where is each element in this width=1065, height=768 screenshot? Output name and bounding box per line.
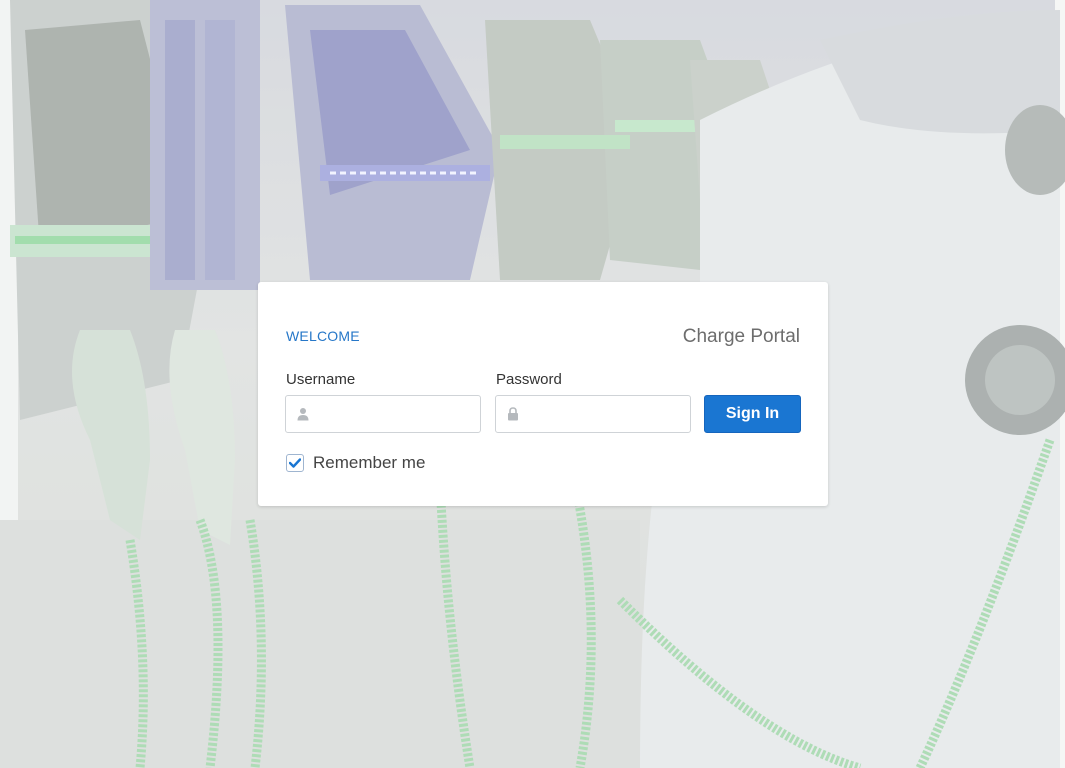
username-field[interactable] [285,395,481,434]
password-label: Password [496,371,562,388]
username-input[interactable] [316,396,478,434]
password-input[interactable] [526,396,688,434]
login-card: WELCOME Charge Portal Username Password … [258,282,828,506]
remember-me-option[interactable]: Remember me [286,452,425,474]
user-icon [297,408,309,421]
username-label: Username [286,371,356,388]
sign-in-button[interactable]: Sign In [704,395,801,433]
welcome-label: WELCOME [286,328,360,344]
portal-title: Charge Portal [682,326,800,347]
remember-me-label: Remember me [313,453,426,472]
remember-me-checkbox[interactable] [286,454,304,472]
checkmark-icon [289,458,301,468]
lock-icon [508,407,518,421]
password-field[interactable] [495,395,691,434]
